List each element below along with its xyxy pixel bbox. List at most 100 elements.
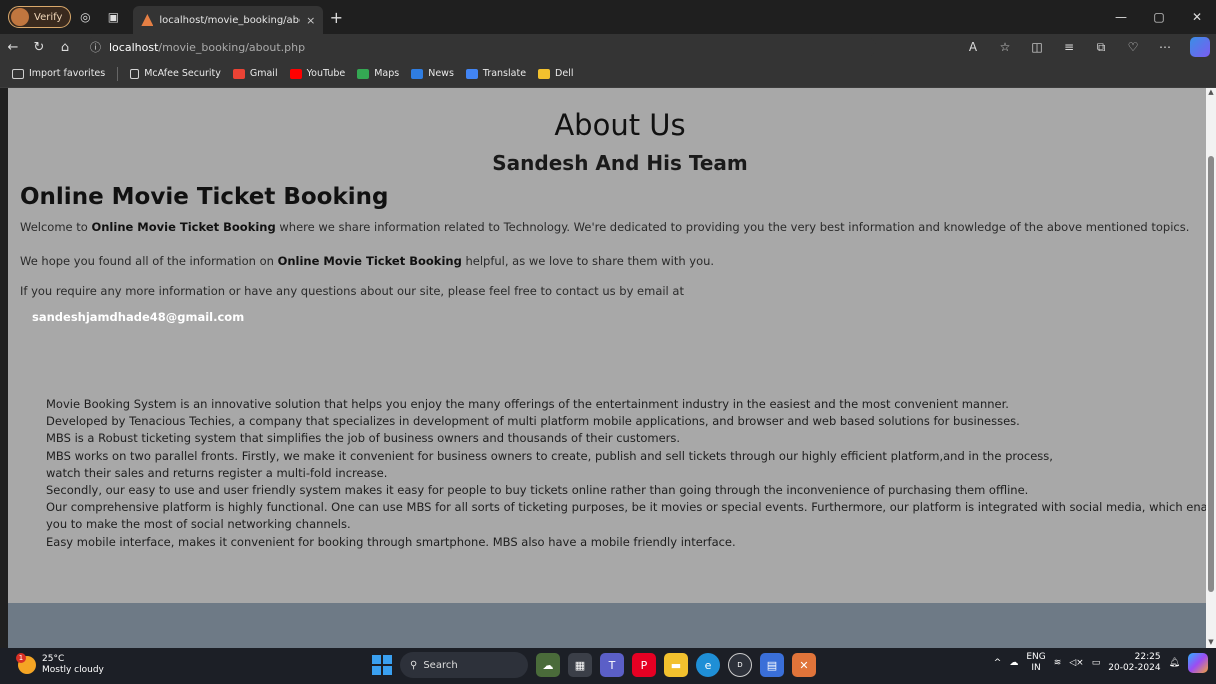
description-line: Our comprehensive platform is highly fun… [46, 500, 1206, 515]
description-line: you to make the most of social networkin… [46, 517, 351, 532]
pinterest-icon[interactable]: P [632, 653, 656, 677]
dell-icon[interactable]: D [728, 653, 752, 677]
edge-icon[interactable]: e [696, 653, 720, 677]
tab-title: localhost/movie_booking/about. [159, 14, 300, 26]
contact-email-link[interactable]: sandeshjamdhade48@gmail.com [32, 310, 244, 324]
teams-icon[interactable]: T [600, 653, 624, 677]
favorite-label: Gmail [249, 68, 278, 79]
widgets-icon[interactable]: ☁ [536, 653, 560, 677]
favorite-label: Maps [374, 68, 400, 79]
url-path: /movie_booking/about.php [158, 40, 306, 54]
language-indicator[interactable]: ENG IN [1026, 652, 1045, 674]
favorite-label: McAfee Security [144, 68, 221, 79]
welcome-paragraph: Welcome to Online Movie Ticket Booking w… [20, 220, 1189, 234]
site-name-bold: Online Movie Ticket Booking [277, 254, 462, 268]
text-run: helpful, as we love to share them with y… [461, 254, 715, 268]
task-view-icon[interactable]: ▦ [568, 653, 592, 677]
tray-chevron-icon[interactable]: ^ [994, 658, 1002, 668]
clock-date: 20-02-2024 [1108, 663, 1161, 673]
description-line: watch their sales and returns register a… [46, 465, 388, 480]
page-subtitle: Sandesh And His Team [492, 151, 748, 175]
copilot-icon[interactable] [1190, 37, 1210, 57]
system-tray: ^ ☁ ENG IN ≋ ◁× ▭ 22:25 20-02-2024 🔔︎ [994, 652, 1208, 674]
weather-badge: 1 [16, 653, 26, 663]
back-icon[interactable]: ← [0, 40, 26, 55]
xampp-icon[interactable]: ✕ [792, 653, 816, 677]
browser-essentials-icon[interactable]: ♡ [1118, 40, 1148, 55]
page-footer [8, 603, 1206, 648]
favorites-bar: Import favorites McAfee Security Gmail Y… [0, 60, 1216, 88]
tab-about[interactable]: localhost/movie_booking/about. × [133, 6, 324, 34]
profile-verify-button[interactable]: Verify [8, 6, 72, 28]
taskbar-search[interactable]: ⚲ Search [400, 652, 528, 678]
page-scrollbar[interactable]: ▲ ▼ [1206, 88, 1216, 648]
description-line: MBS works on two parallel fronts. Firstl… [46, 448, 1053, 463]
description-line: Secondly, our easy to use and user frien… [46, 483, 1029, 498]
favorite-translate[interactable]: Translate [465, 68, 527, 79]
favorites-icon[interactable]: ≡ [1054, 40, 1084, 55]
read-aloud-icon[interactable]: A [958, 40, 988, 55]
copilot-taskbar-icon[interactable] [1188, 653, 1208, 673]
section-title: Online Movie Ticket Booking [20, 184, 389, 210]
browser-tabbar: Verify ◎ ▣ localhost/movie_booking/about… [0, 0, 1216, 34]
notification-bell-icon[interactable]: 🔔︎ [1169, 658, 1180, 668]
site-info-icon[interactable]: ⓘ [90, 39, 101, 55]
favorite-label: Import favorites [29, 68, 106, 79]
favorite-mcafee[interactable]: McAfee Security [130, 68, 221, 79]
favorite-news[interactable]: News [411, 68, 454, 79]
favorite-dell[interactable]: Dell [538, 68, 574, 79]
favorite-label: YouTube [306, 68, 346, 79]
file-explorer-icon[interactable]: ▬ [664, 653, 688, 677]
lang-code: ENG [1026, 652, 1046, 662]
tray-cloud-icon[interactable]: ☁ [1009, 658, 1018, 668]
close-window-button[interactable]: ✕ [1178, 0, 1216, 34]
contact-paragraph: If you require any more information or h… [20, 284, 684, 298]
maps-icon [357, 68, 370, 79]
weather-temperature: 25°C [42, 654, 65, 664]
favorite-label: Translate [482, 68, 527, 79]
new-tab-button[interactable]: + [323, 8, 349, 27]
favorite-youtube[interactable]: YouTube [289, 68, 346, 79]
weather-widget[interactable]: 1 25°C Mostly cloudy [16, 653, 104, 676]
description-line: MBS is a Robust ticketing system that si… [46, 431, 681, 446]
site-name-bold: Online Movie Ticket Booking [91, 220, 276, 234]
maximize-button[interactable]: ▢ [1140, 0, 1178, 34]
tab-close-icon[interactable]: × [306, 14, 315, 27]
windows-taskbar: 1 25°C Mostly cloudy ⚲ Search ☁ ▦ T P ▬ … [0, 648, 1216, 684]
scroll-up-icon[interactable]: ▲ [1207, 88, 1215, 98]
weather-sun-icon: 1 [16, 653, 36, 674]
news-icon [411, 68, 424, 79]
volume-icon[interactable]: ◁× [1069, 658, 1083, 668]
split-screen-icon[interactable]: ◫ [1022, 40, 1052, 55]
store-icon[interactable]: ▤ [760, 653, 784, 677]
tab-actions-icon[interactable]: ▣ [99, 3, 127, 31]
taskbar-apps: ⚲ Search ☁ ▦ T P ▬ e D ▤ ✕ [372, 652, 816, 678]
scroll-down-icon[interactable]: ▼ [1207, 638, 1215, 648]
minimize-button[interactable]: — [1102, 0, 1140, 34]
hope-paragraph: We hope you found all of the information… [20, 254, 714, 268]
workspaces-icon[interactable]: ◎ [71, 3, 99, 31]
page-viewport: About Us Sandesh And His Team Online Mov… [8, 88, 1206, 648]
home-icon[interactable]: ⌂ [52, 40, 78, 55]
more-menu-icon[interactable]: ⋯ [1150, 40, 1180, 55]
favorite-gmail[interactable]: Gmail [232, 68, 278, 79]
favorite-star-icon[interactable]: ☆ [990, 40, 1020, 55]
youtube-icon [289, 68, 302, 79]
search-icon: ⚲ [410, 659, 418, 671]
favorite-label: Dell [555, 68, 574, 79]
favorite-maps[interactable]: Maps [357, 68, 399, 79]
address-bar[interactable]: ⓘ localhost/movie_booking/about.php [86, 36, 876, 58]
url-host: localhost [109, 40, 159, 54]
clock[interactable]: 22:25 20-02-2024 [1108, 652, 1160, 674]
scroll-thumb[interactable] [1208, 156, 1214, 592]
battery-icon[interactable]: ▭ [1092, 658, 1101, 668]
favorite-import[interactable]: Import favorites [12, 68, 105, 79]
wifi-icon[interactable]: ≋ [1054, 658, 1062, 668]
refresh-icon[interactable]: ↻ [26, 40, 52, 55]
lang-region: IN [1031, 663, 1041, 673]
collections-icon[interactable]: ⧉ [1086, 40, 1116, 55]
text-run: We hope you found all of the information… [20, 254, 278, 268]
toolbar-icons: A ☆ ◫ ≡ ⧉ ♡ ⋯ [958, 40, 1180, 55]
window-controls: — ▢ ✕ [1102, 0, 1216, 34]
windows-start-icon[interactable] [372, 655, 392, 675]
